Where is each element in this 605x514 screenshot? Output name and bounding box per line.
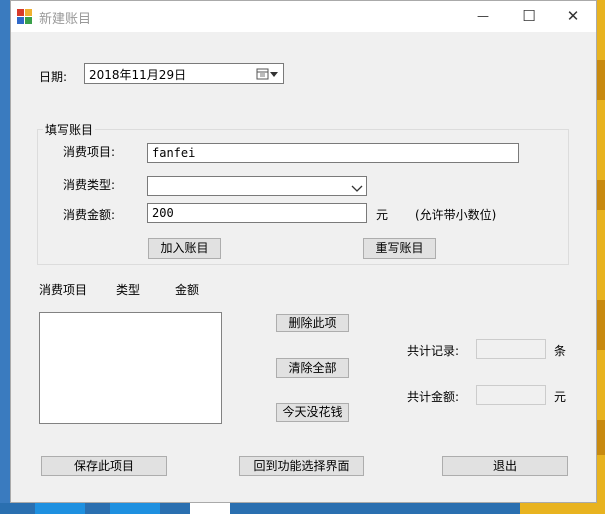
minimize-button[interactable]: —: [460, 1, 506, 32]
amount-unit: 元: [376, 208, 389, 222]
item-label: 消费项目:: [63, 145, 116, 159]
amount-label: 消费金额:: [63, 208, 116, 222]
column-header-type: 类型: [116, 283, 141, 297]
delete-item-button[interactable]: 删除此项: [276, 314, 349, 332]
entry-group-title: 填写账目: [43, 121, 96, 138]
add-entry-button[interactable]: 加入账目: [148, 238, 221, 259]
exit-button[interactable]: 退出: [442, 456, 568, 476]
title-bar: 新建账目 — ☐ ✕: [11, 1, 596, 32]
total-amount-field: [476, 385, 546, 405]
app-icon: [17, 9, 33, 25]
save-item-button[interactable]: 保存此项目: [41, 456, 167, 476]
total-amount-label: 共计金额:: [407, 390, 460, 404]
back-to-menu-button[interactable]: 回到功能选择界面: [239, 456, 364, 476]
minimize-icon: —: [477, 9, 489, 23]
chevron-down-icon: [351, 182, 363, 192]
item-input-value: fanfei: [152, 146, 196, 160]
maximize-button[interactable]: ☐: [506, 1, 552, 32]
reset-entry-button[interactable]: 重写账目: [363, 238, 436, 259]
type-label: 消费类型:: [63, 178, 116, 192]
new-account-window: 新建账目 — ☐ ✕ 日期: 2018年11月29日 填写账目 消费项目: fa…: [10, 0, 597, 503]
desktop-taskbar-strip: [0, 503, 605, 514]
close-icon: ✕: [566, 7, 580, 25]
records-label: 共计记录:: [407, 344, 460, 358]
date-picker[interactable]: 2018年11月29日: [84, 63, 284, 84]
calendar-dropdown-icon[interactable]: [256, 67, 280, 81]
date-value: 2018年11月29日: [89, 68, 187, 82]
column-header-item: 消费项目: [39, 283, 88, 297]
amount-input[interactable]: 200: [147, 203, 367, 223]
clear-all-button[interactable]: 清除全部: [276, 358, 349, 378]
no-spending-today-button[interactable]: 今天没花钱: [276, 403, 349, 422]
entries-listbox[interactable]: [39, 312, 222, 424]
desktop-background-right: [597, 0, 605, 514]
amount-hint: (允许带小数位): [415, 208, 497, 222]
records-count-field: [476, 339, 546, 359]
records-unit: 条: [554, 344, 567, 358]
total-amount-unit: 元: [554, 390, 567, 404]
maximize-icon: ☐: [522, 7, 536, 25]
item-input[interactable]: fanfei: [147, 143, 519, 163]
type-select[interactable]: [147, 176, 367, 196]
date-label: 日期:: [39, 70, 68, 84]
close-button[interactable]: ✕: [550, 1, 596, 32]
amount-input-value: 200: [152, 206, 174, 220]
column-header-amount: 金额: [175, 283, 200, 297]
desktop-background-left: [0, 0, 10, 514]
window-title: 新建账目: [39, 12, 92, 27]
